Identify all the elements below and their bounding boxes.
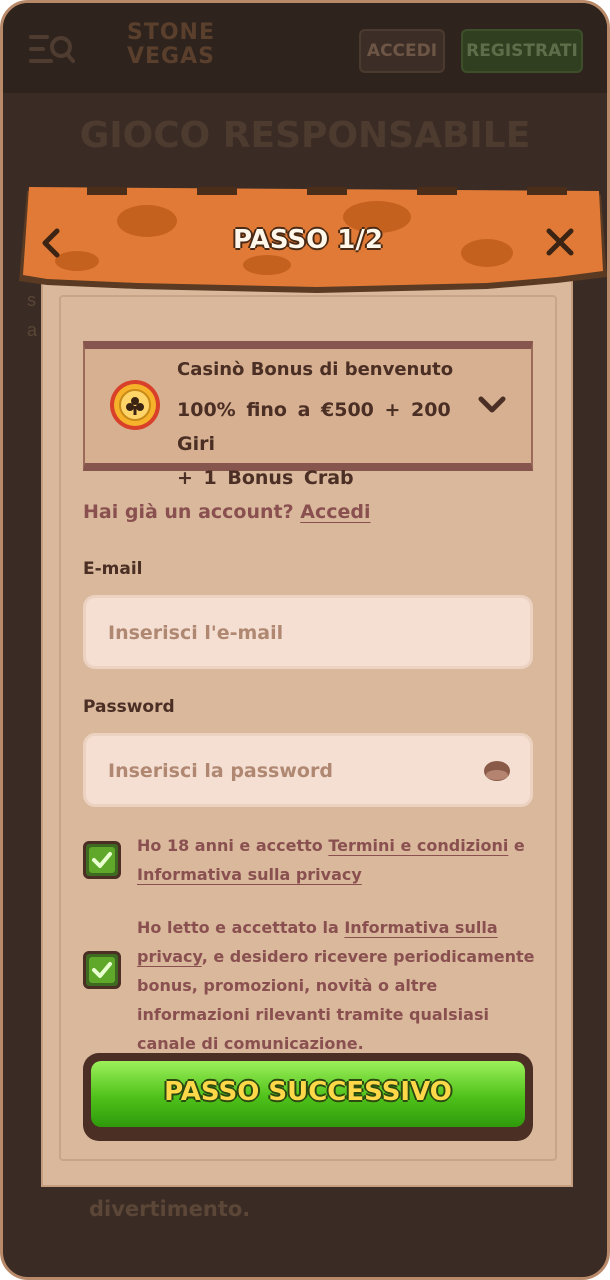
password-field[interactable]: [108, 754, 468, 788]
email-field[interactable]: [108, 616, 468, 650]
bonus-title: Casinò Bonus di benvenuto: [177, 359, 454, 380]
top-bar: STONE VEGAS ACCEDI REGISTRATI: [3, 3, 607, 93]
bonus-line: 100% fino a €500 + 200 Giri: [177, 399, 451, 455]
bonus-description: 100% fino a €500 + 200 Giri + 1 Bonus Cr…: [177, 393, 477, 495]
device-frame: STONE VEGAS ACCEDI REGISTRATI GIOCO RESP…: [0, 0, 610, 1280]
consent-text: Ho letto e accettato la: [137, 918, 345, 937]
terms-link[interactable]: Termini e condizioni: [328, 836, 508, 855]
check-icon: [89, 957, 115, 983]
background-page-title: GIOCO RESPONSABILE: [79, 115, 531, 156]
terms-consent-text: Ho 18 anni e accetto Termini e condizion…: [137, 831, 537, 889]
marketing-checkbox[interactable]: [83, 951, 121, 989]
next-step-label: PASSO SUCCESSIVO: [164, 1077, 452, 1107]
password-label: Password: [83, 697, 175, 717]
chevron-left-icon[interactable]: [37, 227, 65, 259]
background-bottom-text: divertimento.: [89, 1197, 251, 1221]
login-link[interactable]: Accedi: [300, 501, 370, 523]
email-label: E-mail: [83, 559, 143, 579]
chevron-down-icon[interactable]: [477, 393, 507, 417]
privacy-link[interactable]: Informativa sulla privacy: [137, 865, 362, 884]
next-step-button[interactable]: PASSO SUCCESSIVO: [83, 1053, 533, 1141]
casino-chip-icon: [110, 380, 160, 430]
modal-title: PASSO 1/2: [233, 225, 383, 255]
header-register-button[interactable]: REGISTRATI: [461, 29, 583, 73]
background-text-line: a: [27, 320, 38, 340]
email-field-box[interactable]: [83, 595, 533, 669]
logo-text-bottom: VEGAS: [127, 44, 215, 69]
consent-text: e: [508, 836, 525, 855]
eye-icon[interactable]: [482, 758, 512, 784]
have-account-text: Hai già un account?: [83, 501, 294, 523]
logo-text-top: STONE: [127, 20, 215, 45]
bonus-line: + 1 Bonus Crab: [177, 467, 354, 489]
terms-checkbox[interactable]: [83, 841, 121, 879]
have-account-prompt: Hai già un account? Accedi: [83, 501, 370, 523]
close-icon[interactable]: [543, 225, 577, 259]
check-icon: [89, 847, 115, 873]
password-field-box[interactable]: [83, 733, 533, 807]
header-login-button[interactable]: ACCEDI: [359, 29, 445, 73]
menu-search-icon[interactable]: [29, 33, 75, 65]
logo[interactable]: STONE VEGAS: [111, 21, 231, 79]
consent-text: Ho 18 anni e accetto: [137, 836, 329, 855]
marketing-consent-text: Ho letto e accettato la Informativa sull…: [137, 913, 537, 1058]
